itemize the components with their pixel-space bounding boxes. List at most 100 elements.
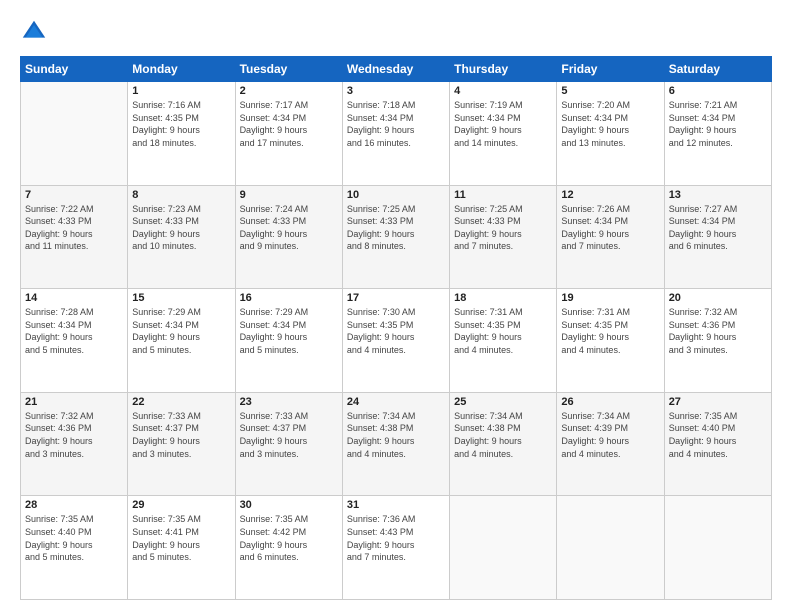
day-number: 22 [132, 396, 230, 408]
day-number: 14 [25, 292, 123, 304]
calendar-cell: 27 Sunrise: 7:35 AM Sunset: 4:40 PM Dayli… [664, 392, 771, 496]
day-number: 23 [240, 396, 338, 408]
day-info: Sunrise: 7:17 AM Sunset: 4:34 PM Dayligh… [240, 99, 338, 149]
calendar-cell: 23 Sunrise: 7:33 AM Sunset: 4:37 PM Dayli… [235, 392, 342, 496]
calendar-cell: 9 Sunrise: 7:24 AM Sunset: 4:33 PM Daylig… [235, 185, 342, 289]
day-number: 6 [669, 85, 767, 97]
day-number: 21 [25, 396, 123, 408]
day-info: Sunrise: 7:35 AM Sunset: 4:40 PM Dayligh… [669, 410, 767, 460]
calendar-week-row: 1 Sunrise: 7:16 AM Sunset: 4:35 PM Daylig… [21, 82, 772, 186]
day-number: 5 [561, 85, 659, 97]
day-info: Sunrise: 7:35 AM Sunset: 4:41 PM Dayligh… [132, 513, 230, 563]
day-info: Sunrise: 7:36 AM Sunset: 4:43 PM Dayligh… [347, 513, 445, 563]
calendar-cell: 6 Sunrise: 7:21 AM Sunset: 4:34 PM Daylig… [664, 82, 771, 186]
day-info: Sunrise: 7:25 AM Sunset: 4:33 PM Dayligh… [347, 203, 445, 253]
day-number: 7 [25, 189, 123, 201]
logo [20, 18, 52, 46]
weekday-header: Friday [557, 57, 664, 82]
calendar-cell: 17 Sunrise: 7:30 AM Sunset: 4:35 PM Dayli… [342, 289, 449, 393]
weekday-header: Thursday [450, 57, 557, 82]
logo-icon [20, 18, 48, 46]
day-number: 13 [669, 189, 767, 201]
weekday-header: Tuesday [235, 57, 342, 82]
day-number: 27 [669, 396, 767, 408]
day-number: 30 [240, 499, 338, 511]
calendar-header-row: SundayMondayTuesdayWednesdayThursdayFrid… [21, 57, 772, 82]
day-number: 29 [132, 499, 230, 511]
day-info: Sunrise: 7:24 AM Sunset: 4:33 PM Dayligh… [240, 203, 338, 253]
calendar-cell: 18 Sunrise: 7:31 AM Sunset: 4:35 PM Dayli… [450, 289, 557, 393]
calendar-cell: 28 Sunrise: 7:35 AM Sunset: 4:40 PM Dayli… [21, 496, 128, 600]
day-number: 1 [132, 85, 230, 97]
day-info: Sunrise: 7:16 AM Sunset: 4:35 PM Dayligh… [132, 99, 230, 149]
calendar-cell: 15Sunrise: 7:29 AM Sunset: 4:34 PM Dayli… [128, 289, 235, 393]
calendar-week-row: 21 Sunrise: 7:32 AM Sunset: 4:36 PM Dayli… [21, 392, 772, 496]
calendar-cell: 7 Sunrise: 7:22 AM Sunset: 4:33 PM Daylig… [21, 185, 128, 289]
calendar-cell: 10 Sunrise: 7:25 AM Sunset: 4:33 PM Dayli… [342, 185, 449, 289]
calendar-cell: 11Sunrise: 7:25 AM Sunset: 4:33 PM Dayli… [450, 185, 557, 289]
day-info: Sunrise: 7:34 AM Sunset: 4:38 PM Dayligh… [347, 410, 445, 460]
calendar-cell: 24 Sunrise: 7:34 AM Sunset: 4:38 PM Dayli… [342, 392, 449, 496]
day-number: 10 [347, 189, 445, 201]
day-info: Sunrise: 7:33 AM Sunset: 4:37 PM Dayligh… [132, 410, 230, 460]
calendar-cell: 8 Sunrise: 7:23 AM Sunset: 4:33 PM Daylig… [128, 185, 235, 289]
calendar-cell: 31Sunrise: 7:36 AM Sunset: 4:43 PM Dayli… [342, 496, 449, 600]
calendar-cell: 1 Sunrise: 7:16 AM Sunset: 4:35 PM Daylig… [128, 82, 235, 186]
day-info: Sunrise: 7:35 AM Sunset: 4:42 PM Dayligh… [240, 513, 338, 563]
day-info: Sunrise: 7:31 AM Sunset: 4:35 PM Dayligh… [561, 306, 659, 356]
weekday-header: Wednesday [342, 57, 449, 82]
weekday-header: Saturday [664, 57, 771, 82]
day-number: 9 [240, 189, 338, 201]
day-info: Sunrise: 7:26 AM Sunset: 4:34 PM Dayligh… [561, 203, 659, 253]
calendar-cell: 16Sunrise: 7:29 AM Sunset: 4:34 PM Dayli… [235, 289, 342, 393]
day-info: Sunrise: 7:32 AM Sunset: 4:36 PM Dayligh… [25, 410, 123, 460]
calendar-cell: 19Sunrise: 7:31 AM Sunset: 4:35 PM Dayli… [557, 289, 664, 393]
day-info: Sunrise: 7:31 AM Sunset: 4:35 PM Dayligh… [454, 306, 552, 356]
calendar-cell: 14 Sunrise: 7:28 AM Sunset: 4:34 PM Dayli… [21, 289, 128, 393]
calendar-table: SundayMondayTuesdayWednesdayThursdayFrid… [20, 56, 772, 600]
calendar-cell: 22 Sunrise: 7:33 AM Sunset: 4:37 PM Dayli… [128, 392, 235, 496]
day-number: 8 [132, 189, 230, 201]
day-info: Sunrise: 7:21 AM Sunset: 4:34 PM Dayligh… [669, 99, 767, 149]
calendar-cell: 29 Sunrise: 7:35 AM Sunset: 4:41 PM Dayli… [128, 496, 235, 600]
day-number: 12 [561, 189, 659, 201]
day-number: 17 [347, 292, 445, 304]
calendar-cell: 3Sunrise: 7:18 AM Sunset: 4:34 PM Daylig… [342, 82, 449, 186]
day-number: 18 [454, 292, 552, 304]
day-number: 4 [454, 85, 552, 97]
calendar-cell: 30 Sunrise: 7:35 AM Sunset: 4:42 PM Dayli… [235, 496, 342, 600]
day-info: Sunrise: 7:19 AM Sunset: 4:34 PM Dayligh… [454, 99, 552, 149]
weekday-header: Monday [128, 57, 235, 82]
calendar-cell: 13Sunrise: 7:27 AM Sunset: 4:34 PM Dayli… [664, 185, 771, 289]
day-info: Sunrise: 7:29 AM Sunset: 4:34 PM Dayligh… [132, 306, 230, 356]
calendar-week-row: 7 Sunrise: 7:22 AM Sunset: 4:33 PM Daylig… [21, 185, 772, 289]
day-info: Sunrise: 7:35 AM Sunset: 4:40 PM Dayligh… [25, 513, 123, 563]
day-number: 25 [454, 396, 552, 408]
calendar-cell [557, 496, 664, 600]
day-info: Sunrise: 7:20 AM Sunset: 4:34 PM Dayligh… [561, 99, 659, 149]
calendar-cell: 4 Sunrise: 7:19 AM Sunset: 4:34 PM Daylig… [450, 82, 557, 186]
day-info: Sunrise: 7:28 AM Sunset: 4:34 PM Dayligh… [25, 306, 123, 356]
day-info: Sunrise: 7:34 AM Sunset: 4:39 PM Dayligh… [561, 410, 659, 460]
calendar-cell: 12 Sunrise: 7:26 AM Sunset: 4:34 PM Dayli… [557, 185, 664, 289]
day-info: Sunrise: 7:25 AM Sunset: 4:33 PM Dayligh… [454, 203, 552, 253]
day-number: 3 [347, 85, 445, 97]
weekday-header: Sunday [21, 57, 128, 82]
day-number: 24 [347, 396, 445, 408]
calendar-cell [664, 496, 771, 600]
calendar-cell: 26Sunrise: 7:34 AM Sunset: 4:39 PM Dayli… [557, 392, 664, 496]
calendar-cell: 5 Sunrise: 7:20 AM Sunset: 4:34 PM Daylig… [557, 82, 664, 186]
day-info: Sunrise: 7:33 AM Sunset: 4:37 PM Dayligh… [240, 410, 338, 460]
page: SundayMondayTuesdayWednesdayThursdayFrid… [0, 0, 792, 612]
day-info: Sunrise: 7:23 AM Sunset: 4:33 PM Dayligh… [132, 203, 230, 253]
day-number: 28 [25, 499, 123, 511]
header [20, 18, 772, 46]
calendar-cell: 25 Sunrise: 7:34 AM Sunset: 4:38 PM Dayli… [450, 392, 557, 496]
calendar-cell: 2Sunrise: 7:17 AM Sunset: 4:34 PM Daylig… [235, 82, 342, 186]
day-info: Sunrise: 7:34 AM Sunset: 4:38 PM Dayligh… [454, 410, 552, 460]
day-info: Sunrise: 7:30 AM Sunset: 4:35 PM Dayligh… [347, 306, 445, 356]
calendar-cell [21, 82, 128, 186]
day-info: Sunrise: 7:22 AM Sunset: 4:33 PM Dayligh… [25, 203, 123, 253]
day-number: 20 [669, 292, 767, 304]
calendar-cell: 20Sunrise: 7:32 AM Sunset: 4:36 PM Dayli… [664, 289, 771, 393]
